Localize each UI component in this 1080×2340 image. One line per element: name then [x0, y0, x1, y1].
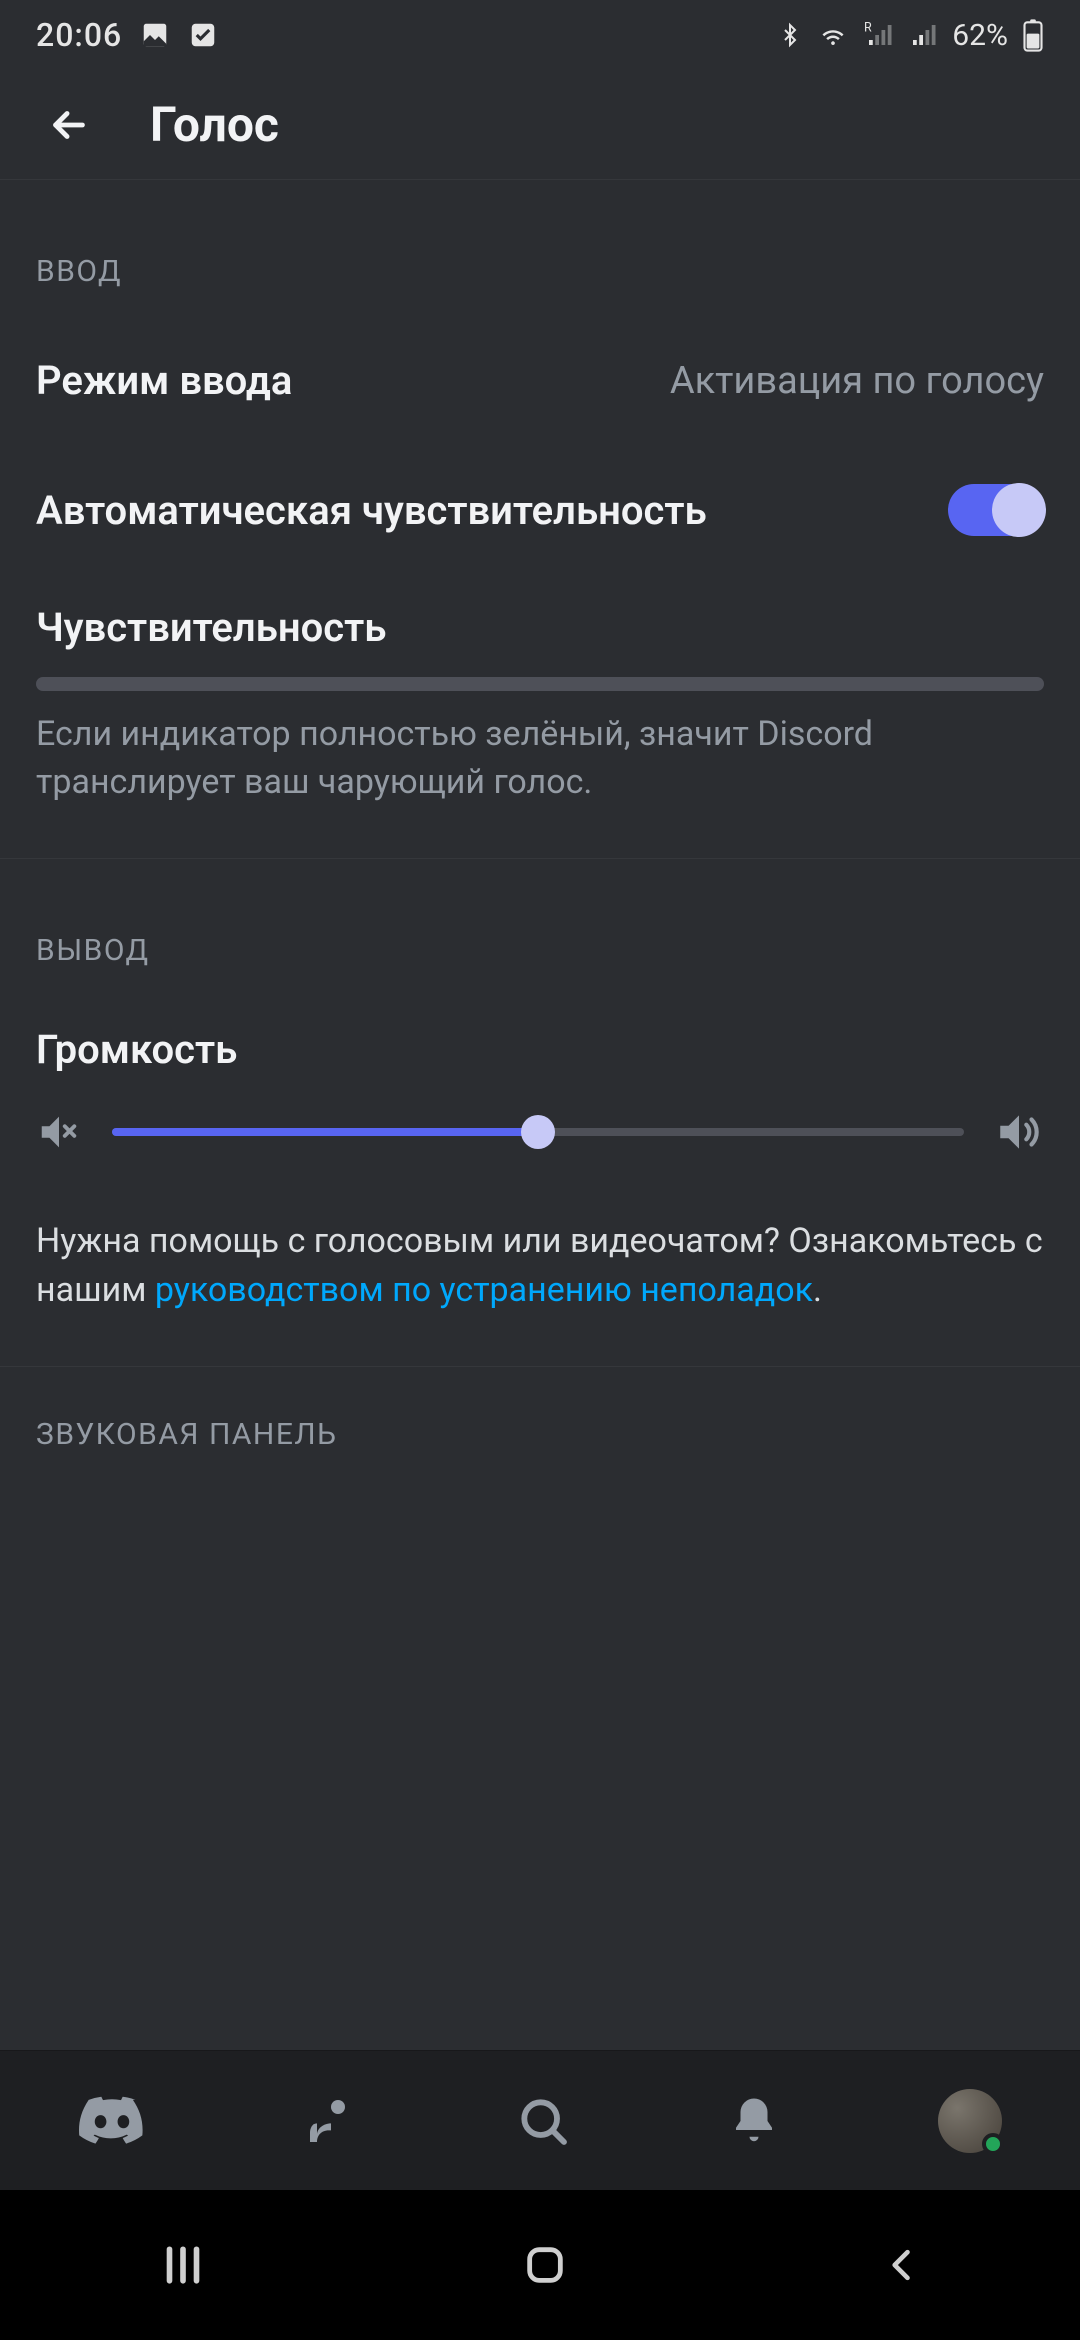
row-volume: Громкость — [0, 996, 1080, 1207]
auto-sensitivity-toggle[interactable] — [948, 484, 1044, 536]
section-header-input: ВВОД — [0, 180, 1080, 317]
sys-back-button[interactable] — [820, 2223, 984, 2307]
speaker-mute-icon — [36, 1109, 82, 1155]
sensitivity-help-text: Если индикатор полностью зелёный, значит… — [0, 701, 1080, 858]
battery-icon — [1022, 18, 1044, 52]
section-header-soundboard: ЗВУКОВАЯ ПАНЕЛЬ — [0, 1367, 1080, 1492]
troubleshoot-help: Нужна помощь с голосовым или видеочатом?… — [0, 1207, 1080, 1366]
nav-home[interactable] — [58, 2075, 166, 2167]
svg-text:R: R — [864, 20, 872, 35]
page-title: Голос — [150, 96, 279, 153]
settings-content: ВВОД Режим ввода Активация по голосу Авт… — [0, 180, 1080, 2050]
check-box-icon — [188, 20, 218, 50]
avatar — [938, 2089, 1002, 2153]
section-header-output: ВЫВОД — [0, 859, 1080, 996]
volume-label: Громкость — [36, 1026, 1044, 1073]
battery-text: 62% — [952, 18, 1008, 53]
auto-sensitivity-label: Автоматическая чувствительность — [36, 487, 707, 534]
wifi-icon — [816, 20, 850, 50]
row-input-mode[interactable]: Режим ввода Активация по голосу — [0, 317, 1080, 444]
bottom-nav — [0, 2050, 1080, 2190]
volume-slider[interactable] — [112, 1112, 964, 1152]
sensitivity-indicator — [36, 677, 1044, 691]
image-icon — [140, 20, 170, 50]
bluetooth-icon — [778, 20, 802, 50]
row-auto-sensitivity[interactable]: Автоматическая чувствительность — [0, 444, 1080, 576]
presence-online-icon — [982, 2133, 1004, 2155]
troubleshoot-text-post: . — [813, 1270, 822, 1310]
nav-notifications[interactable] — [707, 2074, 801, 2168]
nav-profile[interactable] — [918, 2069, 1022, 2173]
system-nav — [0, 2190, 1080, 2340]
input-mode-label: Режим ввода — [36, 357, 292, 404]
app-header: Голос — [0, 70, 1080, 180]
nav-friends[interactable] — [283, 2073, 379, 2169]
status-time: 20:06 — [36, 16, 122, 54]
back-button[interactable] — [36, 92, 102, 158]
troubleshoot-link[interactable]: руководством по устранению неполадок — [155, 1270, 813, 1310]
input-mode-value: Активация по голосу — [670, 359, 1044, 403]
signal-roaming-icon: R — [864, 20, 894, 50]
sensitivity-label: Чувствительность — [36, 604, 1044, 651]
sys-home-button[interactable] — [462, 2222, 628, 2308]
speaker-loud-icon — [994, 1107, 1044, 1157]
signal-icon — [908, 20, 938, 50]
nav-search[interactable] — [495, 2073, 591, 2169]
row-sensitivity: Чувствительность — [0, 576, 1080, 701]
status-bar: 20:06 R 62% — [0, 0, 1080, 70]
sys-recents-button[interactable] — [96, 2218, 270, 2312]
